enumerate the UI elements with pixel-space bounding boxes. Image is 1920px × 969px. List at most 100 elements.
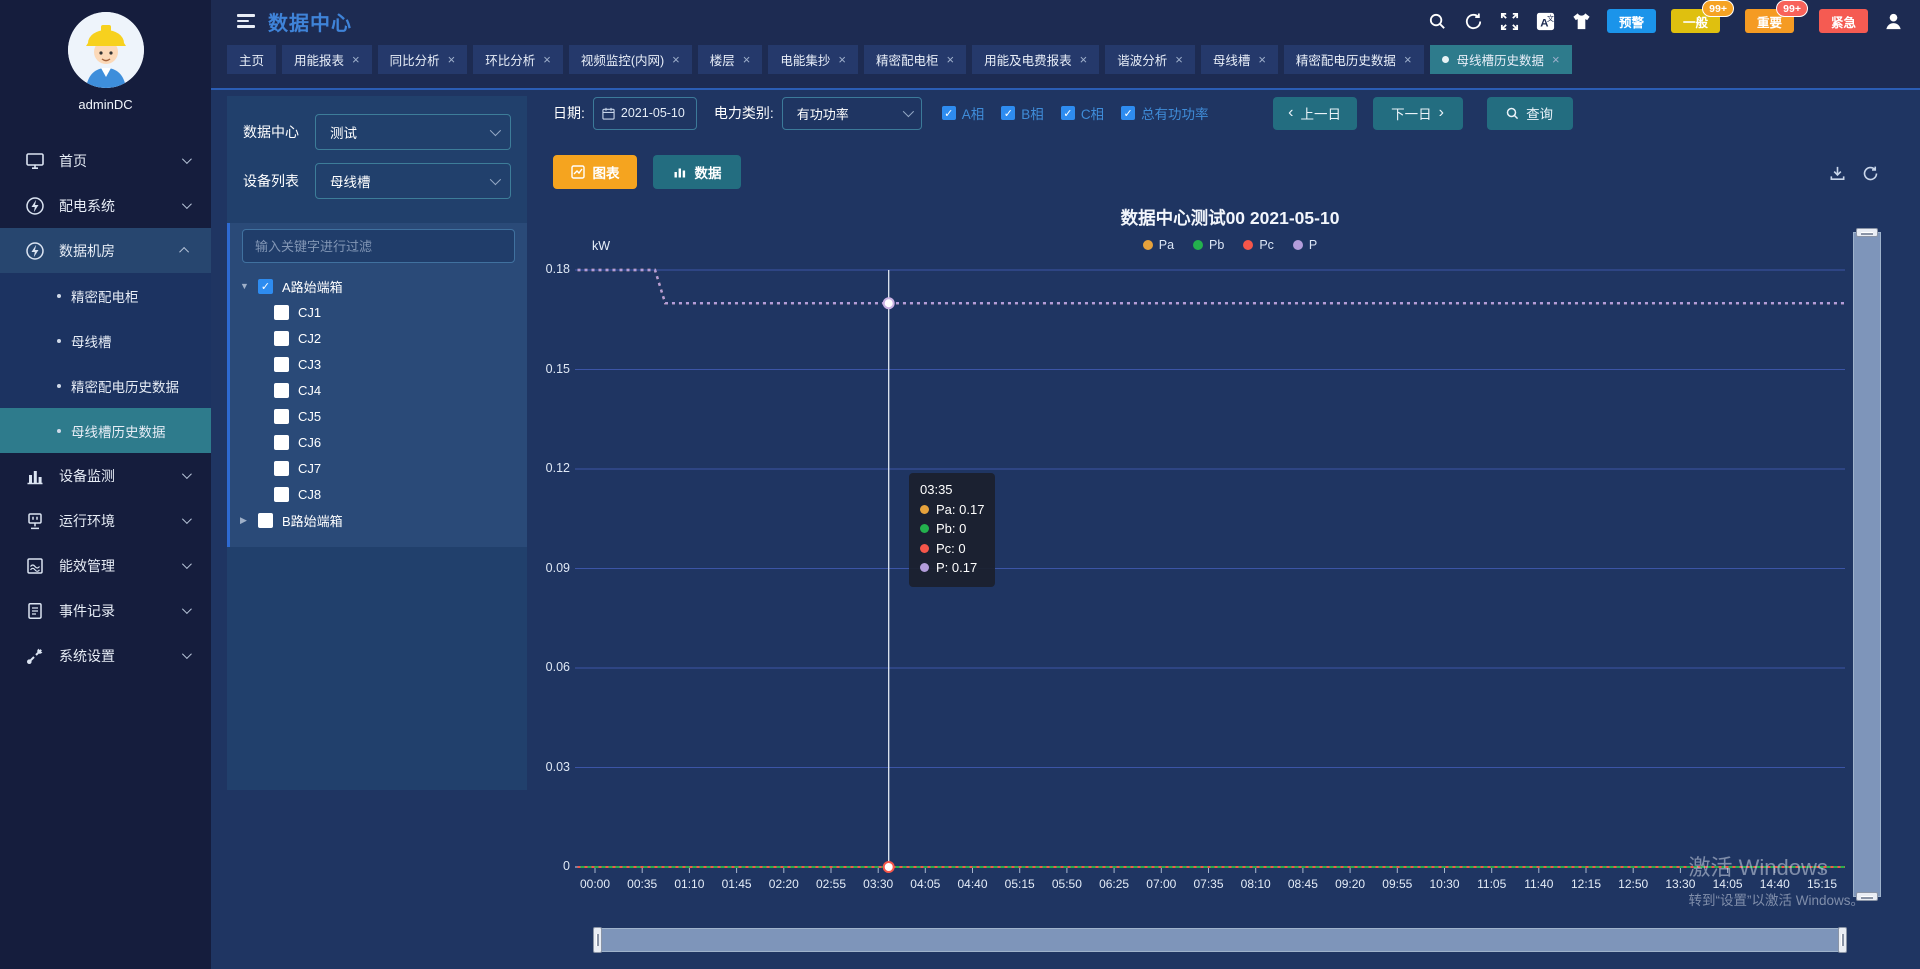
tree-checkbox[interactable]: [274, 435, 289, 450]
close-tab-icon[interactable]: ×: [543, 53, 551, 66]
user-icon[interactable]: [1883, 11, 1904, 32]
legend-item-Pc[interactable]: Pc: [1243, 238, 1274, 252]
refresh-icon[interactable]: [1861, 164, 1880, 183]
sidebar-subitem-2-0[interactable]: 精密配电柜: [0, 273, 211, 318]
tree-node-0[interactable]: ▼ ✓ A路始端箱: [230, 273, 527, 299]
tree-checkbox[interactable]: [274, 409, 289, 424]
tree-filter-input[interactable]: [242, 229, 515, 263]
tab-6[interactable]: 电能集抄 ×: [768, 45, 858, 74]
legend-item-Pa[interactable]: Pa: [1143, 238, 1174, 252]
date-picker[interactable]: 2021-05-10: [593, 97, 697, 130]
search-icon[interactable]: [1427, 11, 1448, 32]
query-button[interactable]: 查询: [1487, 97, 1573, 130]
sidebar-item-5[interactable]: 能效管理: [0, 543, 211, 588]
datacenter-select[interactable]: 测试: [315, 114, 511, 150]
legend-item-Pb[interactable]: Pb: [1193, 238, 1224, 252]
sidebar-item-4[interactable]: 运行环境: [0, 498, 211, 543]
datazoom-right-handle[interactable]: [1838, 927, 1847, 953]
tab-3[interactable]: 环比分析 ×: [473, 45, 563, 74]
tab-5[interactable]: 楼层 ×: [698, 45, 763, 74]
sidebar-item-3[interactable]: 设备监测: [0, 453, 211, 498]
tree-checkbox[interactable]: [274, 461, 289, 476]
tab-label: 同比分析: [390, 50, 440, 69]
sidebar-subitem-2-3[interactable]: 母线槽历史数据: [0, 408, 211, 453]
download-icon[interactable]: [1828, 164, 1847, 183]
tree-checkbox[interactable]: [274, 383, 289, 398]
chart-view-button[interactable]: 图表: [553, 155, 637, 189]
tab-4[interactable]: 视频监控(内网) ×: [569, 45, 692, 74]
datazoom-left-handle[interactable]: [593, 927, 602, 953]
tab-7[interactable]: 精密配电柜 ×: [864, 45, 966, 74]
sidebar-subitem-2-2[interactable]: 精密配电历史数据: [0, 363, 211, 408]
user-avatar[interactable]: [68, 12, 144, 88]
tab-10[interactable]: 母线槽 ×: [1201, 45, 1278, 74]
close-tab-icon[interactable]: ×: [1404, 53, 1412, 66]
tree-expand-icon[interactable]: ▶: [240, 515, 254, 526]
phase-checkbox-0[interactable]: ✓ A相: [942, 103, 985, 123]
tab-8[interactable]: 用能及电费报表 ×: [972, 45, 1099, 74]
x-tick-label: 12:15: [1571, 877, 1601, 891]
menu-toggle-icon[interactable]: [237, 11, 255, 31]
datazoom-top-handle[interactable]: [1856, 228, 1878, 237]
device-list-select[interactable]: 母线槽: [315, 163, 511, 199]
close-tab-icon[interactable]: ×: [838, 53, 846, 66]
close-tab-icon[interactable]: ×: [1258, 53, 1266, 66]
sidebar-item-1[interactable]: 配电系统: [0, 183, 211, 228]
datazoom-vertical-slider[interactable]: [1853, 232, 1881, 897]
close-tab-icon[interactable]: ×: [743, 53, 751, 66]
fullscreen-icon[interactable]: [1499, 11, 1520, 32]
next-day-button[interactable]: 下一日›: [1373, 97, 1463, 130]
phase-checkbox-3[interactable]: ✓ 总有功功率: [1121, 103, 1209, 123]
datazoom-bottom-handle[interactable]: [1856, 892, 1878, 901]
tree-checkbox[interactable]: [274, 331, 289, 346]
tree-checkbox[interactable]: [274, 487, 289, 502]
tab-11[interactable]: 精密配电历史数据 ×: [1284, 45, 1424, 74]
refresh-icon[interactable]: [1463, 11, 1484, 32]
tree-node-0-2[interactable]: CJ3: [230, 351, 527, 377]
tree-node-0-0[interactable]: CJ1: [230, 299, 527, 325]
sidebar-item-7[interactable]: 系统设置: [0, 633, 211, 678]
tree-node-0-1[interactable]: CJ2: [230, 325, 527, 351]
tree-node-0-4[interactable]: CJ5: [230, 403, 527, 429]
theme-icon[interactable]: [1571, 11, 1592, 32]
phase-checkbox-1[interactable]: ✓ B相: [1001, 103, 1044, 123]
tab-1[interactable]: 用能报表 ×: [282, 45, 372, 74]
tree-node-0-6[interactable]: CJ7: [230, 455, 527, 481]
tab-2[interactable]: 同比分析 ×: [378, 45, 468, 74]
tree-checkbox[interactable]: [274, 305, 289, 320]
close-tab-icon[interactable]: ×: [1175, 53, 1183, 66]
close-tab-icon[interactable]: ×: [448, 53, 456, 66]
phase-checkbox-2[interactable]: ✓ C相: [1061, 103, 1104, 123]
alarm-badge-1[interactable]: 一般 99+: [1671, 9, 1720, 33]
power-type-select[interactable]: 有功功率: [782, 97, 922, 130]
close-tab-icon[interactable]: ×: [1080, 53, 1088, 66]
tab-12[interactable]: 母线槽历史数据 ×: [1430, 45, 1572, 74]
tree-checkbox[interactable]: [258, 513, 273, 528]
tree-node-0-3[interactable]: CJ4: [230, 377, 527, 403]
close-tab-icon[interactable]: ×: [672, 53, 680, 66]
tree-node-1[interactable]: ▶ B路始端箱: [230, 507, 527, 533]
sidebar-item-0[interactable]: 首页: [0, 138, 211, 183]
tree-node-0-7[interactable]: CJ8: [230, 481, 527, 507]
legend-item-P[interactable]: P: [1293, 238, 1317, 252]
tree-checkbox[interactable]: [274, 357, 289, 372]
datazoom-horizontal-slider[interactable]: [597, 928, 1843, 952]
chart-plot[interactable]: [575, 270, 1845, 874]
alarm-badge-0[interactable]: 预警: [1607, 9, 1656, 33]
sidebar-subitem-2-1[interactable]: 母线槽: [0, 318, 211, 363]
tree-collapse-icon[interactable]: ▼: [240, 281, 254, 291]
tab-9[interactable]: 谐波分析 ×: [1105, 45, 1195, 74]
tree-checkbox[interactable]: ✓: [258, 279, 273, 294]
translate-icon[interactable]: A文: [1535, 11, 1556, 32]
prev-day-button[interactable]: ‹上一日: [1273, 97, 1357, 130]
alarm-badge-2[interactable]: 重要 99+: [1745, 9, 1794, 33]
tab-0[interactable]: 主页: [227, 45, 276, 74]
data-view-button[interactable]: 数据: [653, 155, 741, 189]
sidebar-item-2[interactable]: 数据机房: [0, 228, 211, 273]
tree-node-0-5[interactable]: CJ6: [230, 429, 527, 455]
sidebar-item-6[interactable]: 事件记录: [0, 588, 211, 633]
alarm-badge-3[interactable]: 紧急: [1819, 9, 1868, 33]
close-tab-icon[interactable]: ×: [1552, 53, 1560, 66]
close-tab-icon[interactable]: ×: [352, 53, 360, 66]
close-tab-icon[interactable]: ×: [947, 53, 955, 66]
